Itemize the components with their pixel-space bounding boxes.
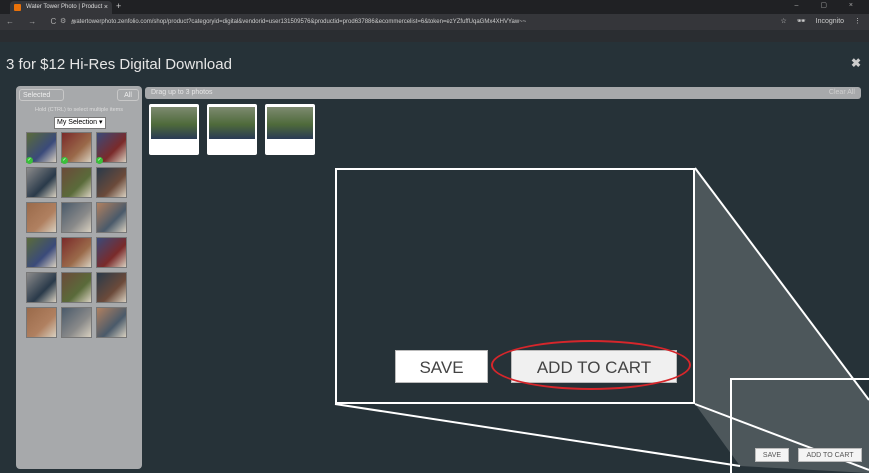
browser-window: Water Tower Photo | Product × + – ▢ × ← …: [0, 0, 869, 473]
highlight-ellipse: [491, 340, 691, 390]
zoom-callout: SAVE ADD TO CART: [335, 168, 695, 404]
save-button[interactable]: SAVE: [755, 448, 789, 462]
add-to-cart-button[interactable]: ADD TO CART: [798, 448, 862, 462]
save-button-zoomed[interactable]: SAVE: [395, 350, 488, 383]
